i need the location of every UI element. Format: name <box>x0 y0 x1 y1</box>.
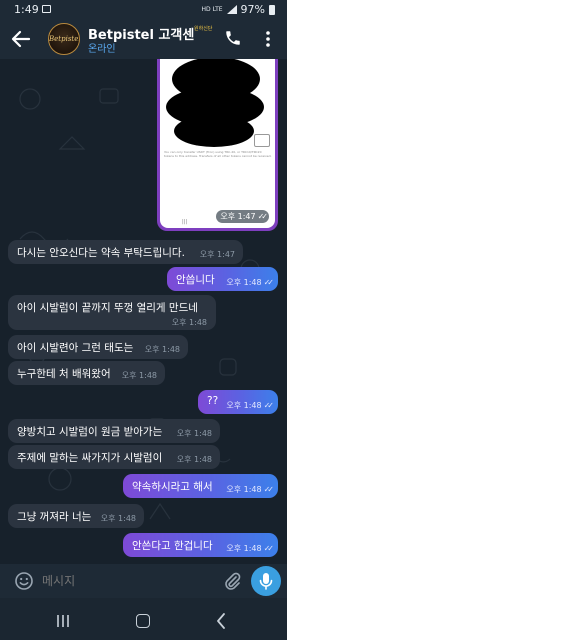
avatar-logo-text: Betpistel <box>49 35 80 43</box>
copy-box <box>254 134 270 147</box>
message-time: 오후 1:48 <box>176 429 212 438</box>
battery-icon <box>269 4 275 15</box>
message-text: 그냥 꺼져라 너는 <box>17 511 92 523</box>
outgoing-message[interactable]: 약속하시라고 해서 오후 1:48 ✓✓ <box>123 474 278 498</box>
message-text: 누구한테 처 배워왔어 <box>17 368 111 380</box>
message-time: 오후 1:48 <box>121 371 157 380</box>
gallery-notification-icon <box>42 5 51 13</box>
title-badge: 원하신단 <box>194 26 213 32</box>
system-nav-bar <box>0 598 287 640</box>
read-checkmarks-icon: ✓✓ <box>263 401 275 410</box>
outgoing-message[interactable]: 안씁니다 오후 1:48 ✓✓ <box>167 267 278 291</box>
read-checkmarks-icon: ✓✓ <box>263 485 275 494</box>
message-time: 오후 1:48 ✓✓ <box>226 401 275 410</box>
image-message[interactable]: You can only transfer USDT (Tron) using … <box>157 59 278 231</box>
message-time: 오후 1:48 ✓✓ <box>226 278 275 287</box>
phone-screen: 1:49 HD LTE 97% Betpistel Betpistel 고객센터… <box>0 0 287 640</box>
signal-icon <box>226 5 237 14</box>
more-vertical-icon[interactable] <box>263 30 273 48</box>
incoming-message[interactable]: 누구한테 처 배워왔어 오후 1:48 <box>8 361 165 385</box>
arrow-left-icon[interactable] <box>10 28 32 50</box>
avatar[interactable]: Betpistel <box>48 23 80 55</box>
message-input[interactable] <box>42 571 202 591</box>
image-content: You can only transfer USDT (Tron) using … <box>160 59 275 228</box>
message-text: 양방치고 시발럼이 원금 받아가는 <box>17 426 163 438</box>
microphone-button[interactable] <box>251 566 281 596</box>
message-time: 오후 1:48 <box>171 318 207 327</box>
read-checkmarks-icon: ✓✓ <box>263 544 275 553</box>
read-checkmarks-icon: ✓✓ <box>263 278 275 287</box>
network-label: HD LTE <box>201 5 223 13</box>
recent-apps-icon[interactable] <box>56 615 70 627</box>
status-time: 1:49 <box>14 3 39 16</box>
image-nav-glyph: ||| <box>182 219 188 225</box>
redaction-mark <box>174 115 254 147</box>
message-time: 오후 1:48 ✓✓ <box>226 544 275 553</box>
home-button[interactable] <box>136 614 150 628</box>
incoming-message[interactable]: 다시는 안오신다는 약속 부탁드립니다. 오후 1:47 <box>8 240 243 264</box>
message-text: ?? <box>207 395 219 407</box>
nav-back-icon[interactable] <box>216 613 226 629</box>
incoming-message[interactable]: 아이 시발럼이 끝까지 뚜껑 열리게 만드네 오후 1:48 <box>8 295 216 330</box>
status-right: HD LTE 97% <box>202 3 275 16</box>
image-fine-print: You can only transfer USDT (Tron) using … <box>164 150 272 158</box>
message-text: 안씁니다 <box>176 274 215 286</box>
outgoing-message[interactable]: 안쓴다고 한겁니다 오후 1:48 ✓✓ <box>123 533 278 557</box>
message-list[interactable]: You can only transfer USDT (Tron) using … <box>0 59 287 564</box>
message-text: 안쓴다고 한겁니다 <box>132 540 213 552</box>
paperclip-icon[interactable] <box>222 571 242 591</box>
battery-percent: 97% <box>240 3 265 16</box>
incoming-message[interactable]: 그냥 꺼져라 너는 오후 1:48 <box>8 504 144 528</box>
message-text: 약속하시라고 해서 <box>132 481 213 493</box>
message-text: 주제에 말하는 싸가지가 시발럼이 <box>17 452 163 464</box>
message-time: 오후 1:47 ✓✓ <box>216 210 269 223</box>
message-time: 오후 1:48 <box>100 514 136 523</box>
message-text: 다시는 안오신다는 약속 부탁드립니다. <box>17 247 185 259</box>
message-time: 오후 1:48 <box>144 345 180 354</box>
status-bar: 1:49 HD LTE 97% <box>0 0 287 20</box>
incoming-message[interactable]: 주제에 말하는 싸가지가 시발럼이 오후 1:48 <box>8 445 220 469</box>
message-composer <box>0 564 287 598</box>
online-status: 온라인 <box>88 44 116 55</box>
message-time: 오후 1:47 <box>199 250 235 259</box>
outgoing-message[interactable]: ?? 오후 1:48 ✓✓ <box>198 390 278 414</box>
message-text: 아이 시발련아 그런 태도는 <box>17 342 134 354</box>
message-time: 오후 1:48 <box>176 455 212 464</box>
microphone-icon <box>259 573 273 590</box>
smile-icon[interactable] <box>14 571 34 591</box>
message-text: 아이 시발럼이 끝까지 뚜껑 열리게 만드네 <box>17 302 198 314</box>
message-time: 오후 1:48 ✓✓ <box>226 485 275 494</box>
phone-icon[interactable] <box>224 29 242 47</box>
incoming-message[interactable]: 양방치고 시발럼이 원금 받아가는 오후 1:48 <box>8 419 220 443</box>
read-checkmarks-icon: ✓✓ <box>257 212 269 221</box>
incoming-message[interactable]: 아이 시발련아 그런 태도는 오후 1:48 <box>8 335 188 359</box>
chat-header: Betpistel Betpistel 고객센터 원하신단 온라인 <box>0 20 287 59</box>
